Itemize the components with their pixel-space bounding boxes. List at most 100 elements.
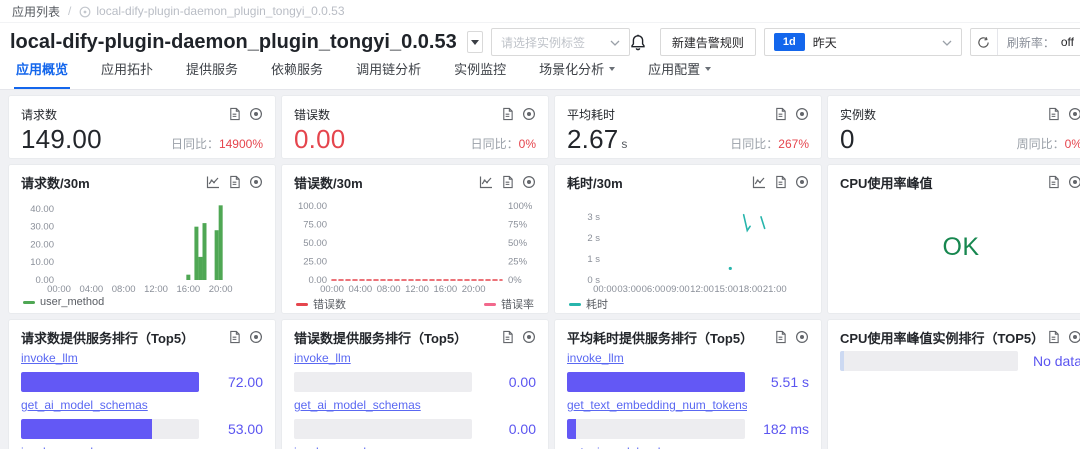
svg-text:20:00: 20:00 (462, 284, 486, 295)
eye-icon[interactable] (522, 330, 536, 344)
service-link[interactable]: invoke_llm (294, 351, 351, 365)
legend-item[interactable]: user_method (23, 296, 104, 308)
document-icon[interactable] (228, 107, 241, 121)
caret-down-icon (609, 67, 615, 71)
cpu-peak-rank-card: CPU使用率峰值实例排行（TOP5） No data (827, 319, 1080, 449)
legend-item[interactable]: 耗时 (569, 296, 608, 312)
document-icon[interactable] (228, 175, 241, 189)
eye-icon[interactable] (249, 175, 263, 189)
rank-value: 182 ms (745, 421, 809, 437)
time-range-select[interactable]: 1d 昨天 (764, 28, 962, 56)
eye-icon[interactable] (249, 330, 263, 344)
latency-line-chart: 0 s1 s2 s3 s00:0003:0006:0009:0012:0015:… (567, 193, 809, 295)
service-link[interactable]: get_ai_model_schemas (567, 445, 694, 449)
app-monitoring-page: 应用列表 / local-dify-plugin-daemon_plugin_t… (0, 0, 1080, 449)
eye-icon[interactable] (795, 330, 809, 344)
line-chart-icon[interactable] (752, 175, 766, 189)
app-icon (79, 6, 91, 18)
document-icon[interactable] (774, 175, 787, 189)
svg-text:50%: 50% (508, 238, 528, 249)
service-link[interactable]: get_ai_model_schemas (21, 398, 148, 412)
legend-item[interactable]: 错误率 (484, 296, 534, 312)
service-link[interactable]: get_text_embedding_num_tokens (567, 398, 747, 412)
legend-item[interactable]: 错误数 (296, 296, 346, 312)
document-icon[interactable] (774, 107, 787, 121)
eye-icon[interactable] (522, 175, 536, 189)
eye-icon[interactable] (1068, 330, 1080, 344)
chart-card-row: 请求数/30m 0.0010.0020.0030.0040.0000:0004:… (8, 164, 1080, 314)
instance-tag-select[interactable]: 请选择实例标签 (491, 28, 630, 56)
svg-text:100%: 100% (508, 201, 533, 212)
stat-card-avg-latency: 平均耗时 2.67s 日同比：267% (554, 95, 822, 159)
service-link[interactable]: invoke_llm (567, 351, 624, 365)
stat-card-requests: 请求数 149.00 日同比：14900% (8, 95, 276, 159)
svg-text:75.00: 75.00 (303, 219, 327, 230)
tab-dependent-services[interactable]: 依赖服务 (269, 59, 325, 89)
rank-value: 0.00 (472, 421, 536, 437)
svg-text:04:00: 04:00 (79, 284, 103, 295)
stat-value: 149.00 (21, 124, 102, 155)
caret-down-icon (471, 40, 479, 45)
document-icon[interactable] (1047, 330, 1060, 344)
eye-icon[interactable] (522, 107, 536, 121)
stat-card-row: 请求数 149.00 日同比：14900% 错误数 (8, 95, 1080, 159)
rank-item: invoke_rerank 0.00 (294, 445, 536, 449)
tab-instance-monitoring[interactable]: 实例监控 (452, 59, 508, 89)
document-icon[interactable] (501, 175, 514, 189)
page-title: local-dify-plugin-daemon_plugin_tongyi_0… (10, 31, 457, 54)
tab-app-settings[interactable]: 应用配置 (646, 59, 713, 89)
service-link[interactable]: invoke_rerank (21, 445, 96, 449)
svg-text:75%: 75% (508, 219, 528, 230)
tab-app-overview[interactable]: 应用概览 (14, 59, 70, 89)
service-link[interactable]: get_ai_model_schemas (294, 398, 421, 412)
instance-tag-placeholder: 请选择实例标签 (501, 34, 585, 51)
document-icon[interactable] (1047, 175, 1060, 189)
svg-text:04:00: 04:00 (348, 284, 372, 295)
tab-app-topology[interactable]: 应用拓扑 (99, 59, 155, 89)
new-alert-rule-button[interactable]: 新建告警规则 (660, 28, 756, 56)
service-link[interactable]: invoke_llm (21, 351, 78, 365)
eye-icon[interactable] (1068, 175, 1080, 189)
card-title: 平均耗时 (567, 106, 615, 123)
document-icon[interactable] (228, 330, 241, 344)
document-icon[interactable] (501, 330, 514, 344)
caret-down-icon (705, 67, 711, 71)
rank-item: get_text_embedding_num_tokens 182 ms (567, 398, 809, 439)
breadcrumb-app-list-link[interactable]: 应用列表 (12, 3, 60, 20)
svg-text:03:00: 03:00 (617, 284, 641, 295)
eye-icon[interactable] (795, 107, 809, 121)
rank-item: invoke_llm 72.00 (21, 351, 263, 392)
tab-trace-analysis[interactable]: 调用链分析 (354, 59, 423, 89)
refresh-icon[interactable] (971, 29, 998, 55)
stat-value: 2.67s (567, 124, 628, 155)
document-icon[interactable] (501, 107, 514, 121)
cpu-peak-card: CPU使用率峰值 OK (827, 164, 1080, 314)
bell-icon[interactable] (630, 34, 646, 51)
breadcrumb-current: local-dify-plugin-daemon_plugin_tongyi_0… (96, 4, 344, 18)
app-switcher-button[interactable] (467, 31, 483, 53)
service-link[interactable]: invoke_rerank (294, 445, 369, 449)
document-icon[interactable] (774, 330, 787, 344)
eye-icon[interactable] (249, 107, 263, 121)
tab-provided-services[interactable]: 提供服务 (184, 59, 240, 89)
chart-legend: 错误数 错误率 (294, 296, 536, 312)
line-chart-icon[interactable] (206, 175, 220, 189)
rank-value: 53.00 (199, 421, 263, 437)
document-icon[interactable] (1047, 107, 1060, 121)
rank-value: 0.00 (472, 374, 536, 390)
card-title: CPU使用率峰值 (840, 173, 932, 192)
chart-legend: 耗时 (567, 296, 809, 312)
errors-line-chart: 0.000%25.0025%50.0050%75.0075%100.00100%… (294, 193, 536, 295)
eye-icon[interactable] (795, 175, 809, 189)
rank-item: get_ai_model_schemas 7.38 ms (567, 445, 809, 449)
rank-item: get_ai_model_schemas 0.00 (294, 398, 536, 439)
refresh-rate[interactable]: 刷新率： off (998, 29, 1080, 55)
svg-text:1 s: 1 s (587, 254, 600, 265)
rank-value: 72.00 (199, 374, 263, 390)
breadcrumb: 应用列表 / local-dify-plugin-daemon_plugin_t… (0, 0, 1080, 23)
stat-value: 0 (840, 124, 855, 155)
line-chart-icon[interactable] (479, 175, 493, 189)
eye-icon[interactable] (1068, 107, 1080, 121)
tab-scenario-analysis[interactable]: 场景化分析 (537, 59, 617, 89)
svg-text:06:00: 06:00 (642, 284, 666, 295)
